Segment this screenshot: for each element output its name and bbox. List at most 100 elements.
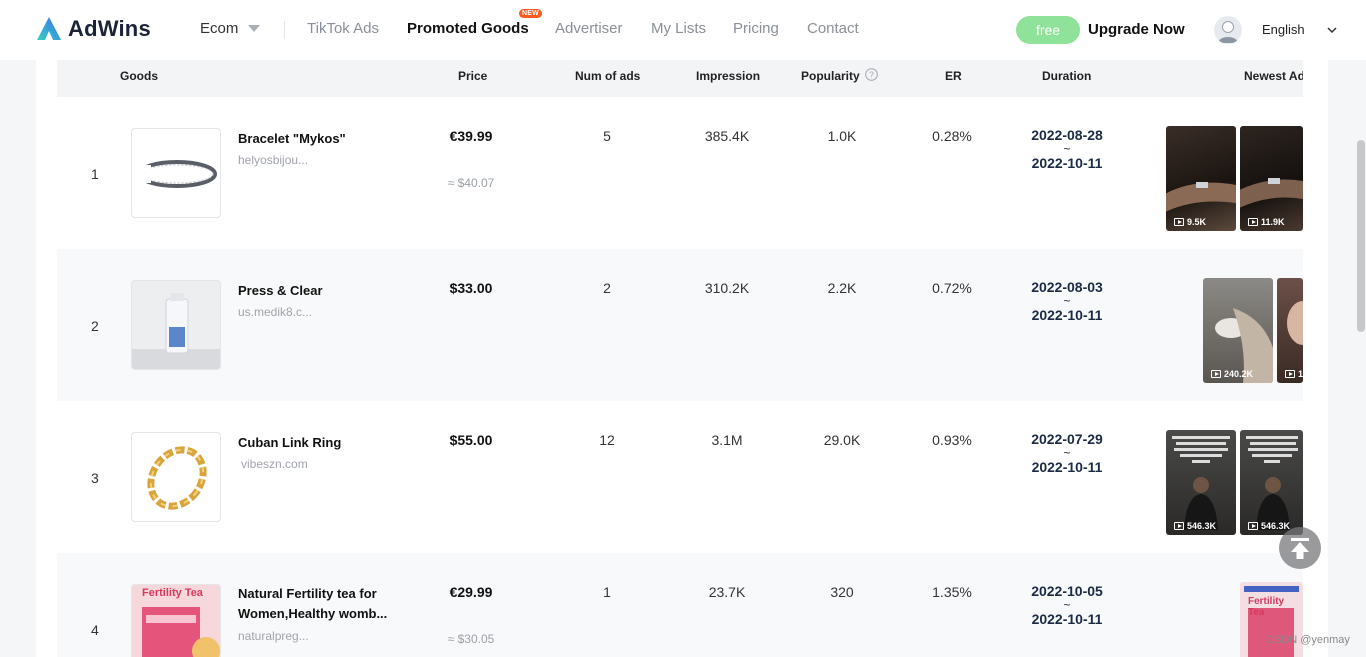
product-name-line-2[interactable]: Women,Healthy womb... — [238, 604, 387, 624]
shop-domain[interactable]: naturalpreg... — [238, 629, 309, 643]
product-name[interactable]: Cuban Link Ring — [238, 435, 341, 450]
date-from: 2022-08-28 — [1031, 127, 1103, 143]
date-from: 2022-08-03 — [1031, 279, 1103, 295]
chevron-down-icon[interactable] — [248, 25, 260, 32]
ad-video-thumbnail[interactable]: 546.3K — [1240, 430, 1303, 535]
user-avatar-icon — [1218, 21, 1238, 43]
date-to: 2022-10-11 — [1031, 459, 1103, 475]
popularity: 2.2K — [827, 280, 857, 296]
page-scrollbar[interactable] — [1357, 140, 1365, 332]
product-thumbnail[interactable] — [131, 280, 221, 370]
engagement-rate: 0.93% — [932, 432, 972, 448]
ad-video-thumbnail[interactable]: 9.5K — [1166, 126, 1236, 231]
top-navbar: AdWins Ecom TikTok Ads Promoted Goods NE… — [0, 0, 1366, 60]
nav-divider — [284, 21, 285, 39]
date-to: 2022-10-11 — [1031, 155, 1103, 171]
product-thumbnail[interactable] — [131, 432, 221, 522]
shop-domain[interactable]: us.medik8.c... — [238, 305, 312, 319]
ad-video-thumbnail[interactable]: 1 — [1277, 278, 1303, 383]
bracelet-image-icon — [135, 160, 217, 188]
nav-ecom[interactable]: Ecom — [200, 20, 238, 37]
chevron-down-icon[interactable] — [1326, 24, 1338, 36]
nav-contact[interactable]: Contact — [807, 20, 859, 37]
row-rank: 2 — [91, 318, 99, 334]
column-header-num-of-ads[interactable]: Num of ads — [575, 69, 640, 83]
shop-domain[interactable]: vibeszn.com — [241, 457, 308, 471]
ad-video-thumbnail[interactable]: 11.9K — [1240, 126, 1303, 231]
engagement-rate: 0.72% — [932, 280, 972, 296]
product-box-label: Fertility Tea — [142, 587, 203, 599]
ad-video-thumbnail[interactable]: 240.2K — [1203, 278, 1273, 383]
date-separator: ~ — [1063, 598, 1071, 612]
impression: 23.7K — [708, 584, 746, 600]
table-row[interactable] — [57, 249, 1303, 401]
product-thumbnail[interactable]: Fertility Tea — [131, 584, 221, 657]
popularity: 320 — [830, 584, 854, 600]
face-image-icon — [1287, 301, 1303, 345]
date-to: 2022-10-11 — [1031, 611, 1103, 627]
price: €39.99 — [449, 128, 493, 144]
person-image-icon — [1246, 436, 1298, 530]
product-box-label: Fertility Tea — [1248, 596, 1285, 618]
gold-ring-image-icon — [147, 446, 207, 510]
duration: 2022-08-03 ~ 2022-10-11 — [1017, 280, 1117, 322]
column-header-goods: Goods — [120, 69, 158, 83]
wrist-image-icon — [1240, 178, 1303, 208]
row-rank: 4 — [91, 622, 99, 638]
product-name[interactable]: Press & Clear — [238, 283, 323, 298]
nav-advertiser[interactable]: Advertiser — [555, 20, 623, 37]
avatar[interactable] — [1214, 16, 1242, 44]
num-of-ads: 12 — [599, 432, 615, 448]
popularity: 29.0K — [823, 432, 861, 448]
play-icon — [1248, 218, 1258, 226]
play-icon — [1285, 370, 1295, 378]
column-header-duration[interactable]: Duration — [1042, 69, 1091, 83]
arrow-up-to-top-icon — [1291, 538, 1309, 559]
table-row[interactable] — [57, 97, 1303, 249]
adwins-logo-icon — [37, 17, 61, 40]
watermark: CSDN @yenmay — [1266, 634, 1350, 646]
ad-view-count: 240.2K — [1211, 369, 1253, 379]
ad-video-thumbnail[interactable]: 546.3K — [1166, 430, 1236, 535]
date-from: 2022-07-29 — [1031, 431, 1103, 447]
new-badge: NEW — [519, 9, 542, 18]
ad-view-count: 9.5K — [1174, 217, 1206, 227]
wrist-image-icon — [1166, 182, 1236, 212]
language-select[interactable]: English — [1262, 22, 1305, 37]
table-header — [57, 60, 1303, 97]
logo[interactable]: AdWins — [36, 15, 151, 43]
ad-view-count: 11.9K — [1248, 217, 1285, 227]
duration: 2022-07-29 ~ 2022-10-11 — [1017, 432, 1117, 474]
ad-view-count: 546.3K — [1174, 521, 1216, 531]
logo-text: AdWins — [68, 16, 151, 41]
product-name[interactable]: Natural Fertility tea for — [238, 584, 377, 604]
shop-domain[interactable]: helyosbijou... — [238, 153, 308, 167]
play-icon — [1211, 370, 1221, 378]
column-header-popularity[interactable]: Popularity — [801, 69, 860, 83]
free-plan-button[interactable]: free — [1016, 16, 1080, 44]
impression: 3.1M — [711, 432, 743, 448]
num-of-ads: 5 — [603, 128, 611, 144]
row-rank: 1 — [91, 166, 99, 182]
price: $55.00 — [449, 432, 493, 448]
nav-promoted-goods[interactable]: Promoted Goods — [407, 20, 529, 37]
column-header-price[interactable]: Price — [458, 69, 487, 83]
back-to-top-button[interactable] — [1279, 527, 1321, 569]
product-thumbnail[interactable] — [131, 128, 221, 218]
date-from: 2022-10-05 — [1031, 583, 1103, 599]
num-of-ads: 2 — [603, 280, 611, 296]
help-icon[interactable]: ? — [865, 68, 878, 81]
nav-pricing[interactable]: Pricing — [733, 20, 779, 37]
upgrade-now-link[interactable]: Upgrade Now — [1088, 21, 1185, 38]
duration: 2022-10-05 ~ 2022-10-11 — [1017, 584, 1117, 626]
table-row[interactable] — [57, 401, 1303, 553]
nav-tiktok-ads[interactable]: TikTok Ads — [307, 20, 379, 37]
play-icon — [1174, 218, 1184, 226]
column-header-impression[interactable]: Impression — [696, 69, 760, 83]
product-name[interactable]: Bracelet "Mykos" — [238, 131, 346, 146]
column-header-er[interactable]: ER — [945, 69, 962, 83]
date-separator: ~ — [1063, 446, 1071, 460]
nav-my-lists[interactable]: My Lists — [651, 20, 706, 37]
price: €29.99 — [449, 584, 493, 600]
date-separator: ~ — [1063, 142, 1071, 156]
